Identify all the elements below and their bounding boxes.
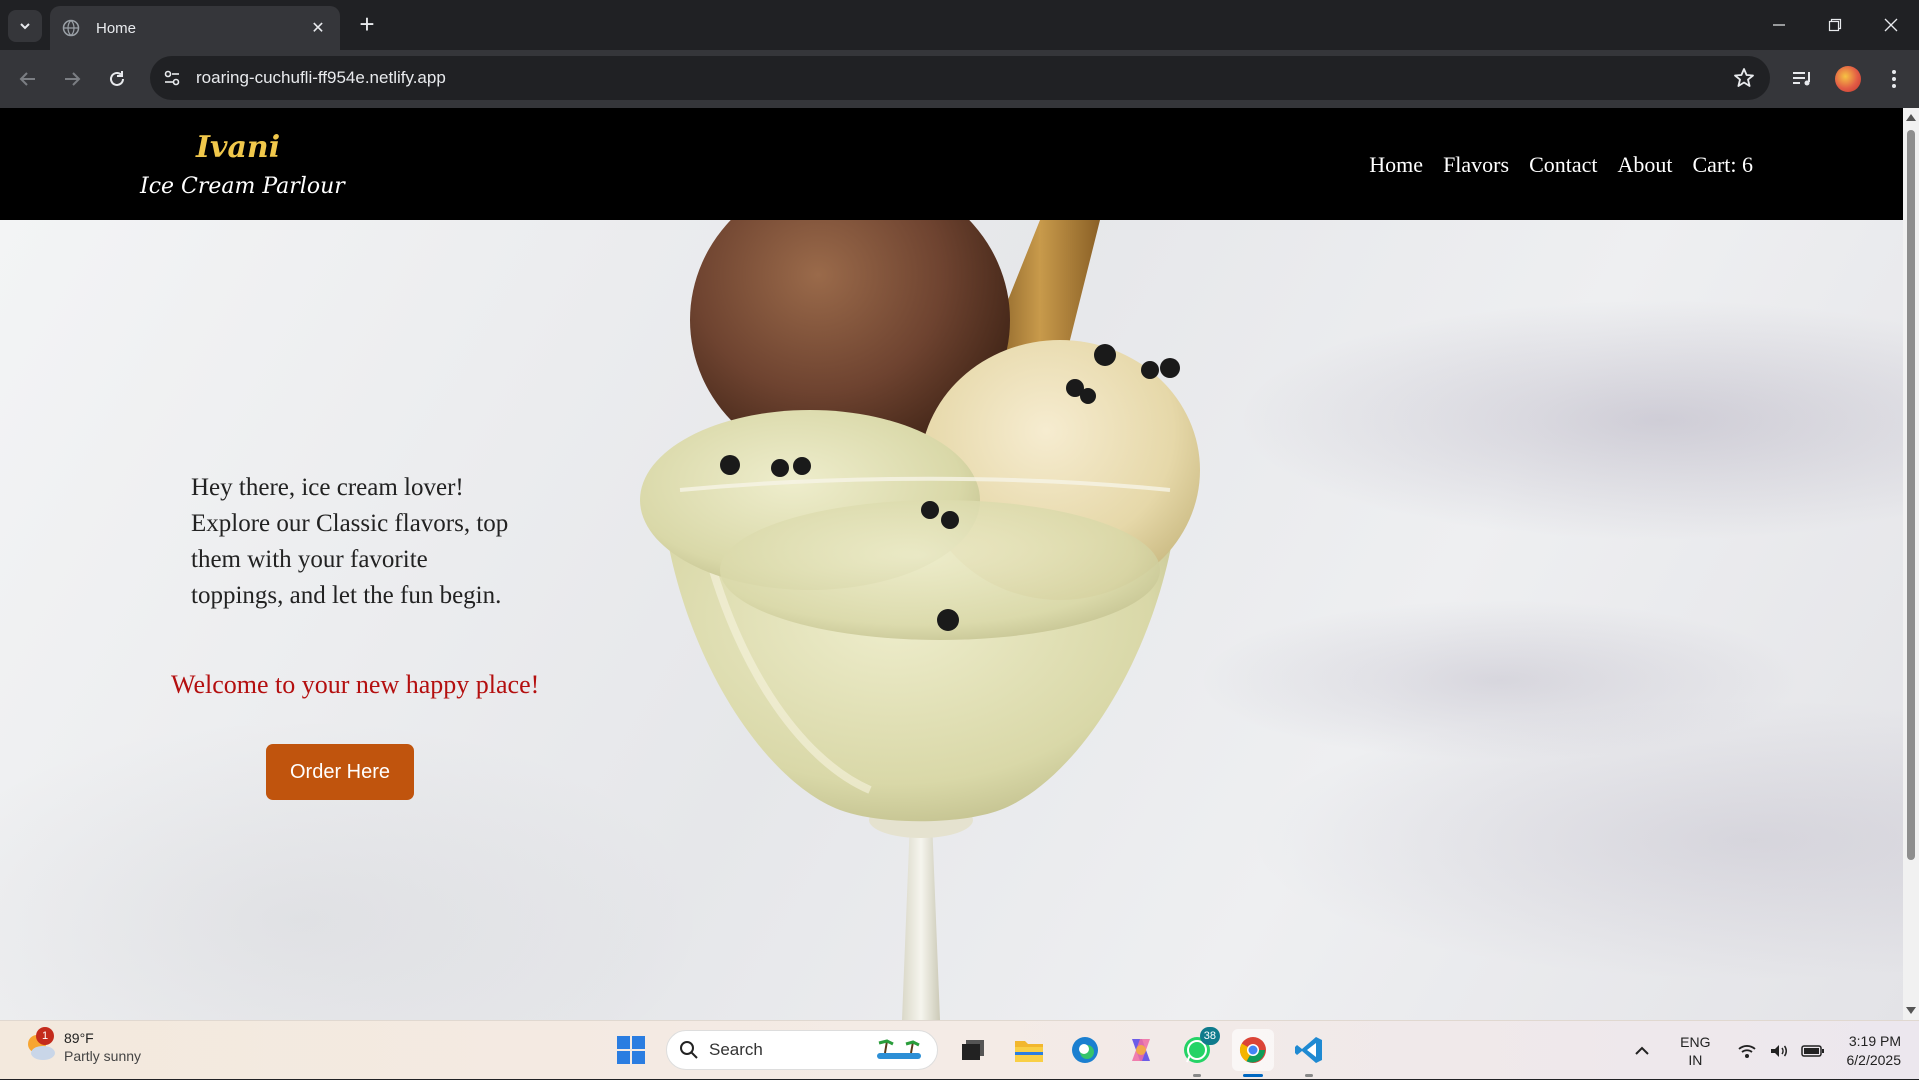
more-vertical-icon [1892, 70, 1896, 88]
page-scrollbar[interactable] [1903, 108, 1919, 1020]
back-button[interactable] [12, 63, 44, 95]
nav-home-link[interactable]: Home [1369, 152, 1423, 178]
nav-cart-link[interactable]: Cart: 6 [1693, 152, 1754, 178]
scrollbar-thumb[interactable] [1907, 130, 1915, 860]
page-viewport: Ivani Ice Cream Parlour Home Flavors Con… [0, 108, 1919, 1020]
active-app-indicator [1243, 1074, 1263, 1077]
close-tab-icon[interactable]: ✕ [308, 18, 328, 38]
wifi-icon [1737, 1044, 1756, 1058]
weather-condition: Partly sunny [64, 1048, 142, 1064]
scroll-down-arrow[interactable] [1906, 1007, 1916, 1014]
task-view-icon [962, 1040, 984, 1060]
avatar [1835, 66, 1861, 92]
taskbar-search[interactable]: Search [666, 1030, 938, 1070]
volume-icon [1770, 1044, 1787, 1057]
minimize-button[interactable] [1751, 0, 1807, 50]
windows-logo-icon [617, 1036, 645, 1064]
partly-sunny-icon: 1 [24, 1027, 56, 1063]
order-here-button[interactable]: Order Here [266, 744, 414, 800]
arrow-left-icon [19, 72, 35, 86]
whatsapp-unread-badge: 38 [1199, 1027, 1220, 1045]
weather-alert-badge: 1 [36, 1027, 54, 1045]
forward-button[interactable] [56, 63, 88, 95]
new-tab-button[interactable]: + [352, 10, 382, 40]
globe-icon [62, 19, 80, 37]
tab-search-button[interactable] [8, 10, 42, 42]
browser-tab-strip: Home ✕ + [0, 0, 1919, 50]
reload-button[interactable] [101, 63, 133, 95]
edge-browser-button[interactable] [1064, 1029, 1106, 1071]
chrome-icon [1239, 1037, 1266, 1063]
restore-icon [1828, 18, 1842, 32]
file-explorer-button[interactable] [1008, 1029, 1050, 1071]
language-indicator[interactable]: ENG IN [1680, 1033, 1710, 1069]
edge-icon [1072, 1037, 1098, 1063]
nav-flavors-link[interactable]: Flavors [1443, 152, 1509, 178]
taskbar-clock[interactable]: 3:19 PM 6/2/2025 [1847, 1032, 1902, 1070]
close-icon [1884, 18, 1898, 32]
task-view-button[interactable] [952, 1029, 994, 1071]
scroll-up-arrow[interactable] [1906, 114, 1916, 121]
weather-widget[interactable]: 1 89°F Partly sunny [24, 1027, 142, 1065]
clock-time: 3:19 PM [1848, 1032, 1901, 1049]
nav-about-link[interactable]: About [1618, 152, 1673, 178]
whatsapp-button[interactable]: 38 [1176, 1027, 1220, 1077]
taskbar-apps: Search 38 [610, 1027, 1330, 1077]
search-highlight-beach-icon [877, 1039, 921, 1059]
browser-toolbar: roaring-cuchufli-ff954e.netlify.app [0, 50, 1919, 108]
logo-subtitle: Ice Cream Parlour [140, 174, 345, 199]
arrow-right-icon [65, 72, 81, 86]
hero-tagline: Welcome to your new happy place! [171, 670, 540, 699]
url-text: roaring-cuchufli-ff954e.netlify.app [196, 68, 446, 87]
vscode-button[interactable] [1288, 1029, 1330, 1077]
nav-contact-link[interactable]: Contact [1529, 152, 1597, 178]
start-button[interactable] [610, 1029, 652, 1071]
search-icon [680, 1041, 698, 1059]
vscode-icon [1295, 1037, 1322, 1063]
media-control-button[interactable] [1786, 63, 1818, 95]
hero-intro-text: Hey there, ice cream lover! Explore our … [191, 474, 509, 609]
windows-taskbar: 1 89°F Partly sunny Search 38 ENG IN 3:1… [0, 1020, 1919, 1079]
restore-button[interactable] [1807, 0, 1863, 50]
copilot-icon [1132, 1039, 1150, 1061]
taskbar-search-label: Search [709, 1040, 763, 1059]
tab-title: Home [96, 19, 137, 37]
language-code: ENG [1680, 1033, 1711, 1050]
minimize-icon [1773, 24, 1785, 26]
weather-temperature: 89°F [64, 1030, 94, 1046]
site-nav-menu: Home Flavors Contact About Cart: 6 [1369, 152, 1753, 178]
reload-icon [110, 71, 124, 86]
chevron-down-icon [20, 23, 30, 30]
running-indicator [1305, 1074, 1313, 1077]
close-window-button[interactable] [1863, 0, 1919, 50]
bookmark-star-icon[interactable] [1732, 66, 1756, 90]
quick-settings[interactable] [1737, 1043, 1825, 1059]
clock-date: 6/2/2025 [1846, 1051, 1902, 1068]
browser-tab-home[interactable]: Home ✕ [50, 6, 340, 50]
folder-icon [1015, 1041, 1043, 1062]
hero-section: Hey there, ice cream lover! Explore our … [0, 220, 1903, 1020]
logo-name[interactable]: Ivani [196, 130, 280, 165]
profile-button[interactable] [1832, 63, 1864, 95]
site-info-icon[interactable] [160, 66, 184, 90]
copilot-button[interactable] [1120, 1029, 1162, 1071]
battery-icon [1800, 1044, 1824, 1057]
chrome-button[interactable] [1232, 1029, 1274, 1077]
browser-menu-button[interactable] [1878, 63, 1910, 95]
running-indicator [1193, 1074, 1201, 1077]
ice-cream-sundae-image [640, 220, 1200, 1020]
site-header: Ivani Ice Cream Parlour Home Flavors Con… [0, 108, 1903, 220]
address-bar[interactable]: roaring-cuchufli-ff954e.netlify.app [150, 56, 1770, 100]
region-code: IN [1688, 1051, 1703, 1068]
chevron-up-icon[interactable] [1634, 1043, 1650, 1059]
playlist-icon [1793, 72, 1810, 86]
system-tray: ENG IN 3:19 PM 6/2/2025 [1634, 1021, 1901, 1080]
